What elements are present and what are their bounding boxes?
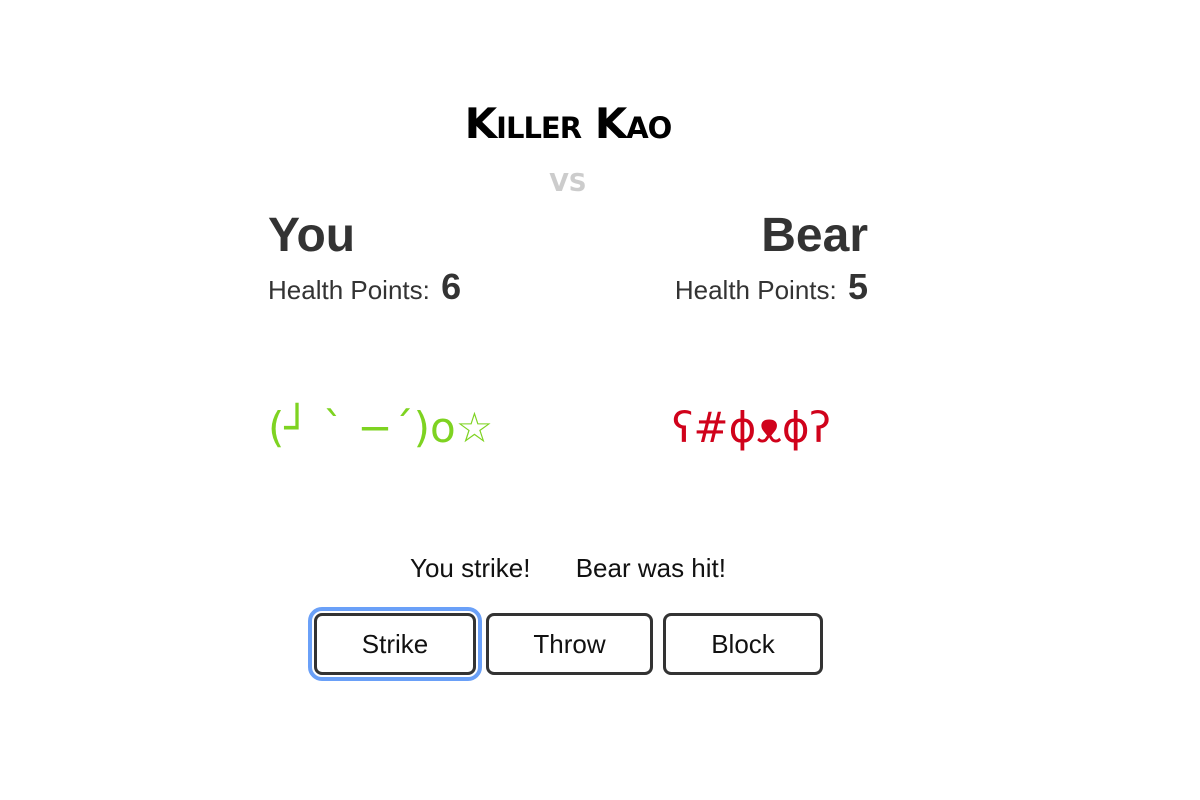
player-bear-health-label: Health Points: [674, 275, 837, 305]
action-buttons: Strike Throw Block [308, 607, 823, 681]
player-bear-health-value: 5 [847, 266, 868, 307]
opponent-result-message: Bear was hit! [575, 553, 726, 583]
battle-messages: You strike! Bear was hit! [0, 550, 1136, 586]
game-title: Killer Kao [464, 99, 673, 148]
player-bear-health: Health Points: 5 [568, 269, 868, 308]
player-you-name: You [268, 209, 356, 262]
player-bear-name: Bear [761, 209, 868, 262]
player-you-health-label: Health Points: [268, 275, 430, 305]
player-you-health: Health Points: 6 [268, 269, 568, 308]
player-you-kaomoji: (┘ ` −´)o☆ [268, 403, 494, 452]
block-button[interactable]: Block [663, 613, 823, 675]
player-bear-kaomoji: ʕ#ϕᴥϕʔ [672, 403, 831, 452]
player-you-health-value: 6 [441, 266, 462, 307]
player-bear-panel: Bear Health Points: 5 [568, 207, 868, 308]
throw-button[interactable]: Throw [486, 613, 653, 675]
player-you-panel: You Health Points: 6 [268, 207, 568, 308]
versus-label: vs [549, 159, 587, 200]
player-action-message: You strike! [410, 553, 531, 583]
strike-button[interactable]: Strike [308, 607, 482, 681]
